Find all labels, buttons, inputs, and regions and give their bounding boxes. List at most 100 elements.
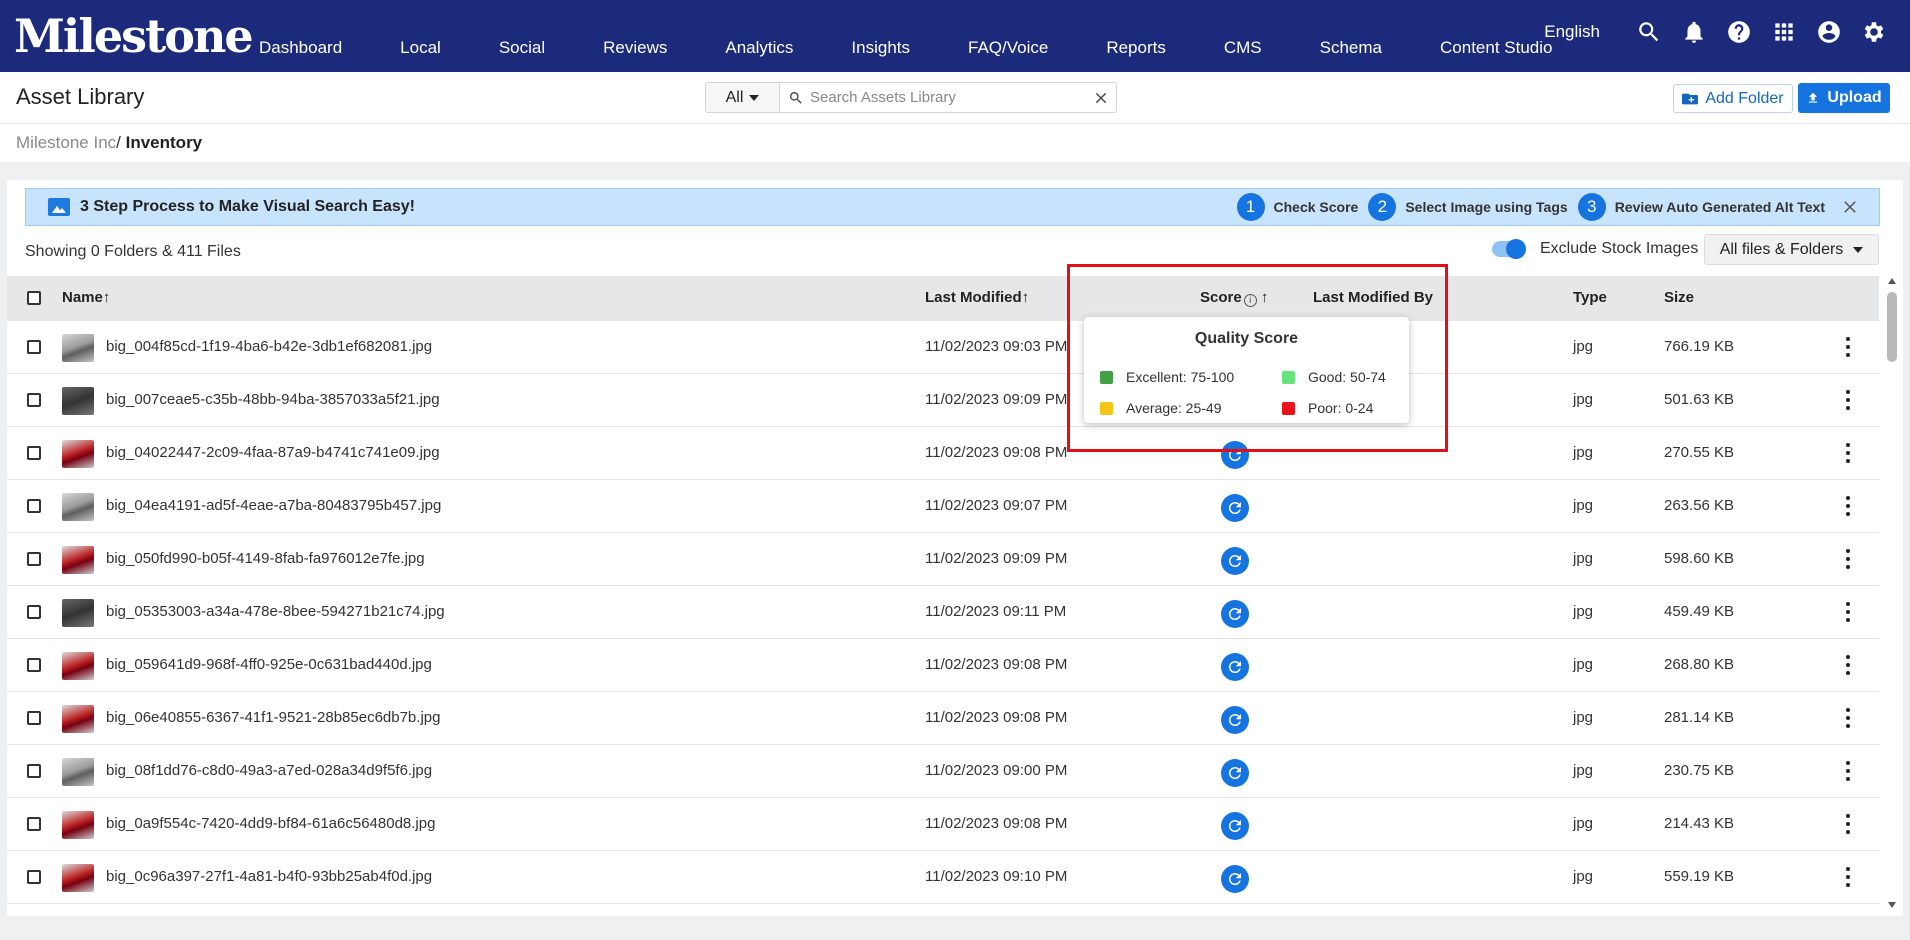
refresh-score-button[interactable]: [1221, 706, 1249, 734]
nav-item-social[interactable]: Social: [499, 38, 545, 58]
table-row[interactable]: big_06e40855-6367-41f1-9521-28b85ec6db7b…: [7, 692, 1879, 745]
row-checkbox[interactable]: [27, 552, 41, 566]
close-icon[interactable]: [1843, 200, 1857, 214]
nav-item-reviews[interactable]: Reviews: [603, 38, 667, 58]
table-row[interactable]: big_04ea4191-ad5f-4eae-a7ba-80483795b457…: [7, 480, 1879, 533]
step-check-score[interactable]: 1 Check Score: [1236, 193, 1358, 221]
asset-thumbnail[interactable]: [62, 493, 94, 521]
row-checkbox[interactable]: [27, 658, 41, 672]
help-icon[interactable]: [1725, 18, 1753, 46]
file-name[interactable]: big_06e40855-6367-41f1-9521-28b85ec6db7b…: [106, 709, 440, 726]
table-row[interactable]: big_059641d9-968f-4ff0-925e-0c631bad440d…: [7, 639, 1879, 692]
more-options-icon[interactable]: [1845, 443, 1851, 463]
refresh-score-button[interactable]: [1221, 600, 1249, 628]
apps-grid-icon[interactable]: [1770, 18, 1798, 46]
clear-search-icon[interactable]: [1094, 91, 1108, 105]
row-checkbox[interactable]: [27, 393, 41, 407]
file-name[interactable]: big_050fd990-b05f-4149-8fab-fa976012e7fe…: [106, 550, 425, 567]
more-options-icon[interactable]: [1845, 496, 1851, 516]
file-name[interactable]: big_08f1dd76-c8d0-49a3-a7ed-028a34d9f5f6…: [106, 762, 432, 779]
header-type[interactable]: Type: [1573, 289, 1607, 306]
asset-thumbnail[interactable]: [62, 546, 94, 574]
table-row[interactable]: big_0a9f554c-7420-4dd9-bf84-61a6c56480d8…: [7, 798, 1879, 851]
header-last-modified[interactable]: Last Modified↑: [925, 289, 1029, 306]
asset-thumbnail[interactable]: [62, 758, 94, 786]
file-name[interactable]: big_0c96a397-27f1-4a81-b4f0-93bb25ab4f0d…: [106, 868, 432, 885]
select-all-checkbox[interactable]: [27, 291, 41, 305]
nav-item-schema[interactable]: Schema: [1320, 38, 1382, 58]
language-selector[interactable]: English: [1544, 22, 1600, 42]
file-name[interactable]: big_04022447-2c09-4faa-87a9-b4741c741e09…: [106, 444, 440, 461]
table-row[interactable]: big_007ceae5-c35b-48bb-94ba-3857033a5f21…: [7, 374, 1879, 427]
row-checkbox[interactable]: [27, 605, 41, 619]
search-input[interactable]: [810, 89, 1094, 106]
scroll-up-arrow-icon[interactable]: [1888, 278, 1896, 284]
more-options-icon[interactable]: [1845, 708, 1851, 728]
nav-item-insights[interactable]: Insights: [851, 38, 910, 58]
header-name[interactable]: Name↑: [62, 289, 110, 306]
file-name[interactable]: big_007ceae5-c35b-48bb-94ba-3857033a5f21…: [106, 391, 440, 408]
header-size[interactable]: Size: [1664, 289, 1694, 306]
row-checkbox[interactable]: [27, 870, 41, 884]
more-options-icon[interactable]: [1845, 655, 1851, 675]
nav-item-content-studio[interactable]: Content Studio: [1440, 38, 1552, 58]
gear-icon[interactable]: [1860, 18, 1888, 46]
table-row[interactable]: [7, 904, 1879, 916]
asset-thumbnail[interactable]: [62, 652, 94, 680]
step-review-alt-text[interactable]: 3 Review Auto Generated Alt Text: [1577, 193, 1825, 221]
breadcrumb-root[interactable]: Milestone Inc: [16, 133, 116, 152]
row-checkbox[interactable]: [27, 711, 41, 725]
asset-thumbnail[interactable]: [62, 387, 94, 415]
step-select-image[interactable]: 2 Select Image using Tags: [1368, 193, 1568, 221]
upload-button[interactable]: Upload: [1798, 83, 1890, 113]
file-name[interactable]: big_059641d9-968f-4ff0-925e-0c631bad440d…: [106, 656, 432, 673]
scroll-down-arrow-icon[interactable]: [1888, 902, 1896, 908]
file-name[interactable]: big_0a9f554c-7420-4dd9-bf84-61a6c56480d8…: [106, 815, 435, 832]
nav-item-cms[interactable]: CMS: [1224, 38, 1262, 58]
scrollbar-thumb[interactable]: [1887, 292, 1897, 362]
file-name[interactable]: big_004f85cd-1f19-4ba6-b42e-3db1ef682081…: [106, 338, 432, 355]
add-folder-button[interactable]: Add Folder: [1673, 84, 1793, 113]
milestone-logo[interactable]: Milestone: [14, 10, 254, 62]
asset-thumbnail[interactable]: [62, 705, 94, 733]
nav-item-faq-voice[interactable]: FAQ/Voice: [968, 38, 1048, 58]
refresh-score-button[interactable]: [1221, 547, 1249, 575]
more-options-icon[interactable]: [1845, 337, 1851, 357]
more-options-icon[interactable]: [1845, 814, 1851, 834]
nav-item-dashboard[interactable]: Dashboard: [259, 38, 342, 58]
asset-thumbnail[interactable]: [62, 599, 94, 627]
row-checkbox[interactable]: [27, 340, 41, 354]
row-checkbox[interactable]: [27, 499, 41, 513]
row-checkbox[interactable]: [27, 446, 41, 460]
refresh-score-button[interactable]: [1221, 812, 1249, 840]
file-name[interactable]: big_04ea4191-ad5f-4eae-a7ba-80483795b457…: [106, 497, 441, 514]
account-icon[interactable]: [1815, 18, 1843, 46]
table-row[interactable]: big_05353003-a34a-478e-8bee-594271b21c74…: [7, 586, 1879, 639]
nav-item-analytics[interactable]: Analytics: [725, 38, 793, 58]
more-options-icon[interactable]: [1845, 602, 1851, 622]
file-name[interactable]: big_05353003-a34a-478e-8bee-594271b21c74…: [106, 603, 445, 620]
row-checkbox[interactable]: [27, 764, 41, 778]
table-row[interactable]: big_050fd990-b05f-4149-8fab-fa976012e7fe…: [7, 533, 1879, 586]
row-checkbox[interactable]: [27, 817, 41, 831]
more-options-icon[interactable]: [1845, 867, 1851, 887]
more-options-icon[interactable]: [1845, 390, 1851, 410]
refresh-score-button[interactable]: [1221, 653, 1249, 681]
table-scrollbar[interactable]: [1885, 278, 1899, 908]
refresh-score-button[interactable]: [1221, 759, 1249, 787]
asset-thumbnail[interactable]: [62, 334, 94, 362]
more-options-icon[interactable]: [1845, 549, 1851, 569]
asset-thumbnail[interactable]: [62, 864, 94, 892]
table-row[interactable]: big_04022447-2c09-4faa-87a9-b4741c741e09…: [7, 427, 1879, 480]
search-filter-select[interactable]: All: [705, 82, 779, 113]
nav-item-local[interactable]: Local: [400, 38, 441, 58]
nav-item-reports[interactable]: Reports: [1106, 38, 1166, 58]
refresh-score-button[interactable]: [1221, 865, 1249, 893]
bell-icon[interactable]: [1680, 18, 1708, 46]
refresh-score-button[interactable]: [1221, 494, 1249, 522]
table-row[interactable]: big_0c96a397-27f1-4a81-b4f0-93bb25ab4f0d…: [7, 851, 1879, 904]
exclude-stock-toggle[interactable]: [1492, 239, 1526, 259]
files-folders-dropdown[interactable]: All files & Folders: [1704, 234, 1879, 265]
table-row[interactable]: big_08f1dd76-c8d0-49a3-a7ed-028a34d9f5f6…: [7, 745, 1879, 798]
more-options-icon[interactable]: [1845, 761, 1851, 781]
